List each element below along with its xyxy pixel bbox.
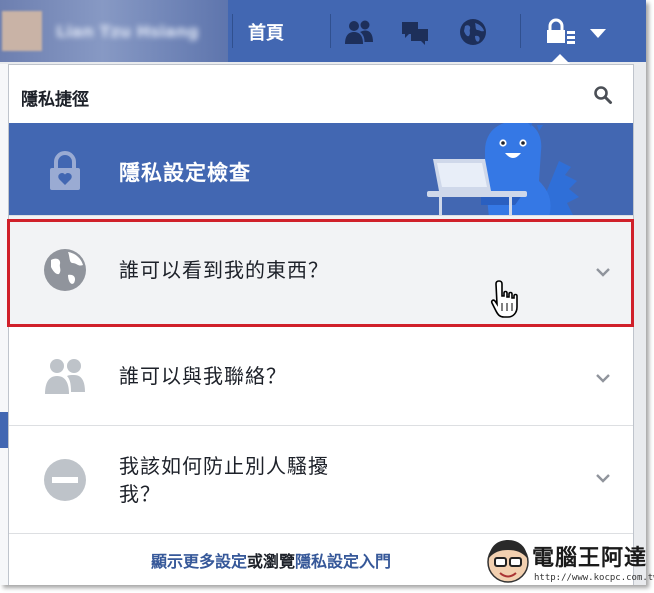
divider [520, 14, 521, 48]
privacy-shortcuts-icon[interactable] [546, 18, 568, 46]
block-icon [44, 459, 86, 501]
friends-icon [45, 359, 85, 394]
stop-harassment-label-line2: 我？ [119, 482, 161, 506]
background-element [0, 412, 8, 448]
who-can-see-my-stuff-label: 誰可以看到我的東西？ [119, 258, 329, 282]
see-more-settings-link[interactable]: 顯示更多設定 [151, 552, 247, 571]
stop-harassment-label-line1: 我該如何防止別人騷擾 [119, 454, 329, 478]
friend-requests-icon[interactable] [344, 18, 374, 46]
screenshot-frame: Lian Tzu Hsiang 首頁 隱私捷徑 隱私設定檢查 誰可以看到我的東西… [0, 0, 654, 593]
globe-icon [44, 249, 86, 291]
screenshot: Lian Tzu Hsiang 首頁 隱私捷徑 隱私設定檢查 誰可以看到我的東西… [0, 0, 646, 585]
chevron-down-icon[interactable] [595, 472, 611, 484]
page-background [0, 64, 8, 585]
watermark-url: http://www.kocpc.com.tw [534, 573, 654, 583]
mascot-logo-icon [487, 540, 529, 583]
avatar [2, 11, 42, 51]
lock-heart-icon [50, 151, 80, 190]
top-navigation-bar: Lian Tzu Hsiang 首頁 [0, 0, 646, 62]
privacy-checkup-label: 隱私設定檢查 [119, 161, 251, 185]
profile-name: Lian Tzu Hsiang [56, 21, 199, 41]
who-can-contact-me-row[interactable]: 誰可以與我聯絡？ [9, 325, 633, 425]
privacy-checkup-banner[interactable]: 隱私設定檢查 [9, 123, 633, 215]
stop-harassment-row[interactable]: 我該如何防止別人騷擾 我？ [9, 425, 633, 533]
home-link[interactable]: 首頁 [248, 19, 284, 45]
who-can-contact-me-label: 誰可以與我聯絡？ [119, 364, 287, 388]
privacy-dinosaur-illustration [427, 123, 579, 215]
account-menu-arrow-icon[interactable] [588, 18, 608, 46]
divider [232, 14, 233, 48]
kocpc-watermark: 電腦王阿達 http://www.kocpc.com.tw [486, 538, 654, 593]
panel-header: 隱私捷徑 [9, 65, 633, 123]
messages-icon[interactable] [400, 18, 430, 46]
footer-text: 顯示更多設定或瀏覽隱私設定入門 [151, 548, 391, 572]
footer-connector: 或瀏覽 [247, 552, 296, 571]
hand-cursor-icon [490, 280, 518, 318]
divider [330, 14, 331, 48]
privacy-basics-link[interactable]: 隱私設定入門 [295, 552, 391, 571]
notifications-globe-icon[interactable] [458, 18, 488, 46]
search-icon[interactable] [593, 85, 613, 105]
dropdown-caret [550, 54, 570, 64]
who-can-see-my-stuff-row[interactable]: 誰可以看到我的東西？ [9, 215, 633, 325]
privacy-shortcuts-panel: 隱私捷徑 隱私設定檢查 誰可以看到我的東西？ 誰可以與我聯絡？ 我該如何防止別人… [8, 64, 634, 585]
menu-lines-icon [567, 31, 575, 44]
panel-title: 隱私捷徑 [21, 90, 89, 110]
watermark-title: 電腦王阿達 [532, 546, 648, 571]
chevron-down-icon[interactable] [595, 372, 611, 384]
chevron-down-icon[interactable] [595, 266, 611, 278]
profile-link[interactable]: Lian Tzu Hsiang [0, 0, 228, 62]
